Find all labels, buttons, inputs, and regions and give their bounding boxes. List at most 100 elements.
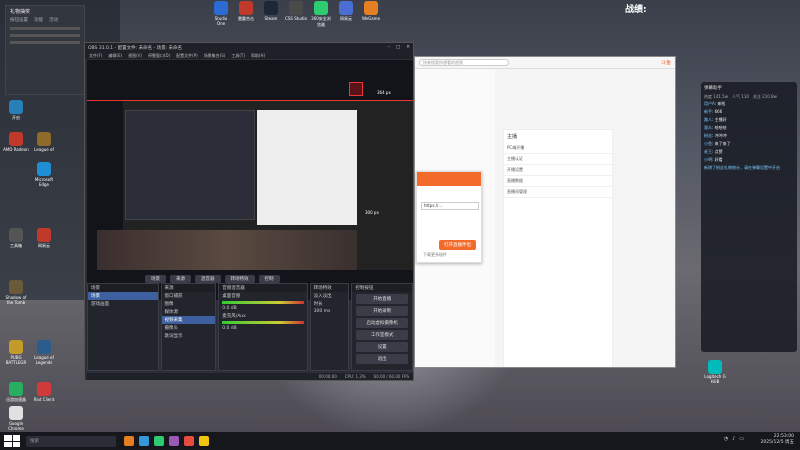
dialog-url-input[interactable]: https://... — [421, 202, 479, 210]
taskbar-app-icon[interactable] — [184, 436, 194, 446]
obs-window[interactable]: OBS 31.0.1 - 配置文件: 未命名 - 场景: 未命名 – □ ✕ 文件(… — [84, 42, 414, 381]
chat-message: 小鱼: 来了来了 — [704, 141, 731, 146]
desktop-icon[interactable]: League of — [30, 132, 58, 152]
studio-mode-button[interactable]: 工作室模式 — [356, 330, 408, 340]
panel-item[interactable]: 主播认证 — [504, 154, 612, 165]
source-item[interactable]: 视频采集 — [161, 316, 216, 324]
desktop-icon[interactable]: Studio One — [210, 0, 232, 28]
selected-source-handle[interactable] — [349, 82, 363, 96]
menu-item[interactable]: 编辑(E) — [108, 53, 122, 59]
taskbar-app-icon[interactable] — [139, 436, 149, 446]
chat-message: 观众: 哈哈哈 — [704, 125, 727, 130]
desktop-icon[interactable]: 工具箱 — [2, 228, 30, 249]
desktop-icon[interactable]: 迅游加速器 — [2, 382, 30, 403]
menu-item[interactable]: 工具(T) — [231, 53, 245, 59]
panel-item[interactable]: PC端开播 — [504, 143, 612, 154]
obs-statusbar: 00:00:00 CPU: 1.3% 60.00 / 60.00 FPS — [87, 373, 413, 380]
duration-input[interactable]: 300 ms — [311, 308, 349, 315]
open-companion-button[interactable]: 打开直播伴侣 — [439, 240, 476, 250]
desktop-icon[interactable]: 开启 — [2, 100, 30, 121]
danmaku-chat-panel[interactable]: 弹幕助手 热度 141.5w 人气 110 关注 210.8w 用户A: 来啦 … — [701, 82, 797, 352]
mixer-channel-name: 桌面音频 — [222, 294, 241, 299]
panel-item[interactable]: 直播间管理 — [504, 187, 612, 198]
exit-button[interactable]: 退出 — [356, 354, 408, 364]
desktop-icon[interactable]: Google Chrome — [2, 406, 30, 431]
taskbar-clock[interactable]: 22:53:00 2025/12/5 周五 — [760, 434, 794, 446]
menu-item[interactable]: 帮助(H) — [251, 53, 265, 59]
taskbar-app-icon[interactable] — [154, 436, 164, 446]
browser-search-input[interactable]: 快来搜索你想看的视频 — [419, 59, 509, 66]
taskbar-app-icon[interactable] — [169, 436, 179, 446]
maximize-icon[interactable]: □ — [396, 45, 400, 50]
gift-draw-mini-window[interactable]: 礼物抽奖 按钮设置 功能 活动 — [5, 5, 85, 95]
mini-line — [10, 27, 80, 30]
menu-item[interactable]: 文件(F) — [89, 53, 102, 59]
menu-item[interactable]: 停靠窗口(D) — [148, 53, 170, 59]
desktop-icon[interactable]: 网易云 — [335, 0, 357, 28]
app-icon — [37, 162, 51, 176]
source-item[interactable]: 摄像头 — [162, 324, 216, 332]
desktop-icon[interactable]: Microsoft Edge — [30, 162, 58, 187]
desktop-icon[interactable]: 360安全浏览器 — [310, 0, 332, 28]
dock-tab[interactable]: 控制 — [258, 275, 280, 283]
desktop-icon[interactable]: 网易云 — [30, 228, 58, 249]
menu-item[interactable]: 场景集合(S) — [204, 53, 226, 59]
source-item[interactable]: 歌词显示 — [162, 332, 216, 340]
virtual-camera-button[interactable]: 启动虚拟摄像机 — [356, 318, 408, 328]
transition-select[interactable]: 淡入淡出 — [311, 292, 349, 300]
obs-title: OBS 31.0.1 - 配置文件: 未命名 - 场景: 未命名 — [88, 45, 183, 51]
start-recording-button[interactable]: 开始录制 — [356, 306, 408, 316]
chat-title: 弹幕助手 — [704, 86, 722, 91]
source-item[interactable]: 窗口捕获 — [162, 292, 216, 300]
desktop-icon[interactable]: Riot Client — [30, 382, 58, 402]
controls-dock: 控制按钮 开始直播 开始录制 启动虚拟摄像机 工作室模式 设置 退出 — [351, 283, 413, 371]
source-item[interactable]: 图像 — [162, 300, 216, 308]
app-icon — [9, 100, 23, 114]
scene-item[interactable]: 游戏画面 — [88, 300, 158, 308]
dialog-note[interactable]: 下载更多插件 — [423, 252, 447, 258]
minimize-icon[interactable]: – — [388, 45, 390, 50]
desktop-icon[interactable]: AMD Radeon — [2, 132, 30, 152]
taskbar-search-input[interactable]: 搜索 — [26, 435, 116, 447]
mini-tab-1[interactable]: 按钮设置 — [10, 17, 28, 23]
panel-item[interactable]: 开播设置 — [504, 165, 612, 176]
desktop-icon[interactable]: Steam — [260, 0, 282, 28]
panel-item[interactable]: 直播数据 — [504, 176, 612, 187]
dock-tab[interactable]: 混音器 — [195, 275, 221, 283]
desktop-icon[interactable]: Logitech G HUB — [700, 360, 730, 384]
app-icon — [9, 406, 23, 420]
source-item[interactable]: 媒体源 — [162, 308, 216, 316]
obs-menubar: 文件(F) 编辑(E) 视图(V) 停靠窗口(D) 配置文件(P) 场景集合(S… — [85, 52, 413, 59]
taskbar-app-icon[interactable] — [124, 436, 134, 446]
transitions-dock: 转场特效 淡入淡出 时长 300 ms — [309, 283, 350, 371]
app-icon — [289, 1, 303, 15]
taskbar-app-icon[interactable] — [199, 436, 209, 446]
volume-icon[interactable]: ♪ — [732, 436, 735, 442]
open-companion-dialog[interactable]: https://... 打开直播伴侣 下载更多插件 — [416, 171, 482, 263]
close-icon[interactable]: ✕ — [406, 45, 410, 50]
network-icon[interactable]: ◔ — [724, 436, 728, 442]
menu-item[interactable]: 配置文件(P) — [176, 53, 198, 59]
obs-preview-canvas[interactable]: 364 px 300 px — [87, 60, 413, 300]
dock-tab[interactable]: 场景 — [145, 275, 166, 283]
start-streaming-button[interactable]: 开始直播 — [356, 294, 408, 304]
desktop-icon[interactable]: League of Legends — [30, 340, 58, 365]
mini-tab-2[interactable]: 功能 — [34, 17, 43, 23]
guide-distance-label: 300 px — [365, 210, 379, 215]
battery-icon[interactable]: ▭ — [739, 436, 744, 442]
desktop-icon[interactable]: 雷霆合击 — [235, 0, 257, 28]
scene-item[interactable]: 场景 — [88, 292, 158, 300]
desktop-icon[interactable]: PUBG BATTLEGR — [2, 340, 30, 365]
chat-message: 路人: 主播好 — [704, 117, 727, 122]
desktop-icon[interactable]: CSS Studio — [285, 0, 307, 28]
app-icon — [364, 1, 378, 15]
dock-tab[interactable]: 来源 — [170, 275, 191, 283]
windows-start-icon[interactable] — [4, 435, 20, 447]
desktop-icon[interactable]: Shadow of the Tomb — [2, 280, 30, 305]
desktop-icon[interactable]: WeGame — [360, 0, 382, 28]
dock-tab[interactable]: 转场特效 — [224, 275, 255, 283]
mini-tab-3[interactable]: 活动 — [49, 17, 58, 23]
settings-button[interactable]: 设置 — [356, 342, 408, 352]
menu-item[interactable]: 视图(V) — [128, 53, 142, 59]
top-desktop-icons: Studio One 雷霆合击 Steam CSS Studio 360安全浏览… — [210, 0, 382, 28]
